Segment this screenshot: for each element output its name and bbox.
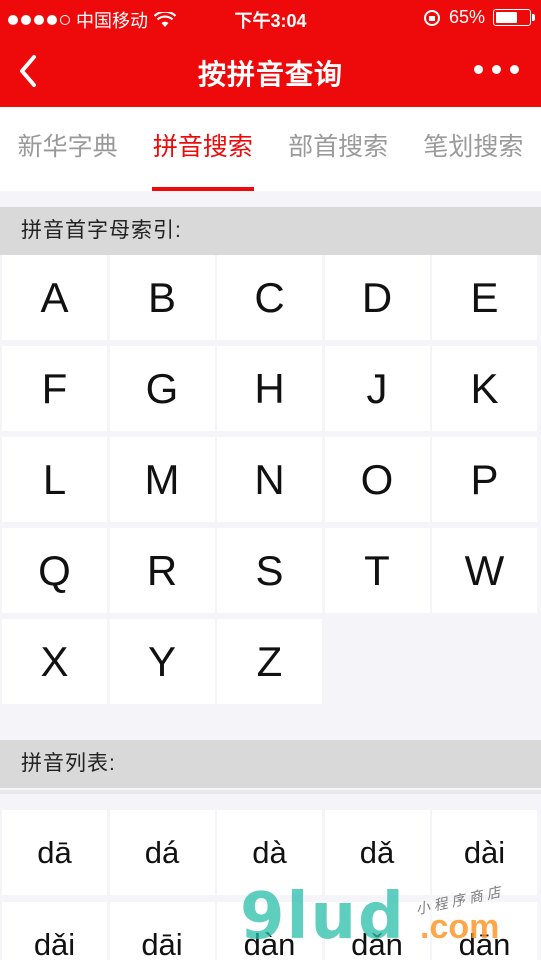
letter-cell-h[interactable]: H: [217, 346, 322, 431]
pinyin-item[interactable]: dān: [432, 902, 537, 960]
letter-cell-d[interactable]: D: [324, 255, 430, 340]
letter-cell-l[interactable]: L: [2, 437, 107, 522]
tab-pinyin-search[interactable]: 拼音搜索: [135, 107, 270, 191]
letter-cell-x[interactable]: X: [2, 619, 107, 704]
letter-cell-a[interactable]: A: [2, 255, 107, 340]
pinyin-item[interactable]: dàn: [217, 902, 322, 960]
page-title: 按拼音查询: [197, 59, 343, 90]
section-divider: [0, 790, 541, 794]
status-bar: 中国移动 下午3:04 65%: [0, 0, 541, 35]
letter-cell-j[interactable]: J: [324, 346, 430, 431]
battery-percent: 65%: [448, 7, 485, 27]
pinyin-item[interactable]: dǎi: [2, 902, 107, 960]
letter-cell-t[interactable]: T: [324, 528, 430, 613]
letter-cell-b[interactable]: B: [109, 255, 215, 340]
letter-cell-s[interactable]: S: [217, 528, 322, 613]
letter-cell-r[interactable]: R: [109, 528, 215, 613]
letter-cell-k[interactable]: K: [432, 346, 537, 431]
pinyin-grid: dā dá dà dǎ dài dǎi dāi dàn dǎn dān: [0, 810, 541, 960]
letter-cell-g[interactable]: G: [109, 346, 215, 431]
letter-cell-f[interactable]: F: [2, 346, 107, 431]
pinyin-item[interactable]: dāi: [109, 902, 215, 960]
letter-cell-e[interactable]: E: [432, 255, 537, 340]
tab-xinhua-dictionary[interactable]: 新华字典: [0, 107, 135, 191]
pinyin-item[interactable]: dà: [217, 810, 322, 895]
letter-cell-q[interactable]: Q: [2, 528, 107, 613]
battery-fill: [496, 12, 517, 23]
pinyin-item[interactable]: dǎ: [324, 810, 430, 895]
tab-stroke-search[interactable]: 笔划搜索: [406, 107, 541, 191]
letter-cell-p[interactable]: P: [432, 437, 537, 522]
letter-cell-m[interactable]: M: [109, 437, 215, 522]
letter-cell-y[interactable]: Y: [109, 619, 215, 704]
pinyin-item[interactable]: dā: [2, 810, 107, 895]
index-section-header: 拼音首字母索引:: [0, 207, 541, 255]
tab-radical-search[interactable]: 部首搜索: [271, 107, 406, 191]
pinyin-item[interactable]: dá: [109, 810, 215, 895]
tab-bar: 新华字典 拼音搜索 部首搜索 笔划搜索: [0, 107, 541, 191]
letter-cell-z[interactable]: Z: [217, 619, 322, 704]
letter-cell-o[interactable]: O: [324, 437, 430, 522]
letter-cell-c[interactable]: C: [217, 255, 322, 340]
pinyin-section-header: 拼音列表:: [0, 740, 541, 788]
pinyin-item[interactable]: dǎn: [324, 902, 430, 960]
more-icon[interactable]: [474, 65, 519, 74]
letter-cell-n[interactable]: N: [217, 437, 322, 522]
status-right: 65%: [423, 7, 535, 28]
battery-icon: [493, 9, 535, 26]
nav-bar: 按拼音查询: [0, 35, 541, 107]
rotation-lock-icon: [423, 9, 440, 26]
letter-cell-w[interactable]: W: [432, 528, 537, 613]
pinyin-item[interactable]: dài: [432, 810, 537, 895]
